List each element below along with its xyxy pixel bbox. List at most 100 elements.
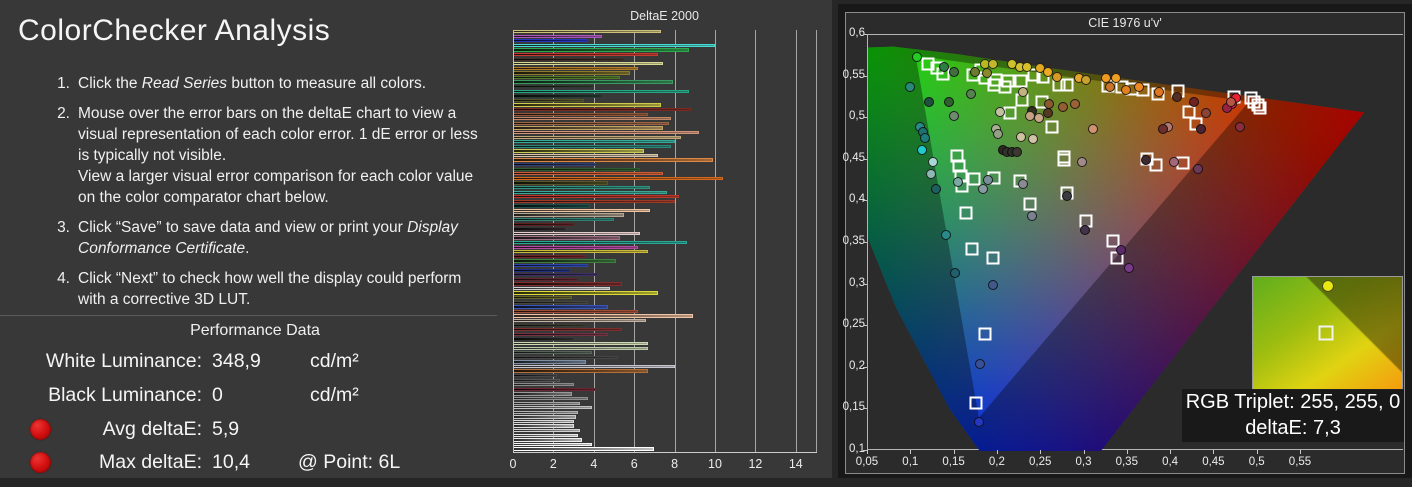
deltae-error-bar[interactable] xyxy=(513,245,639,249)
deltae-error-bar[interactable] xyxy=(513,374,558,378)
deltae-error-bar[interactable] xyxy=(513,263,588,268)
deltae-error-bar[interactable] xyxy=(513,39,588,43)
deltae-error-bar[interactable] xyxy=(513,112,649,116)
deltae-error-bar[interactable] xyxy=(513,103,661,107)
deltae-error-bar[interactable] xyxy=(513,387,596,392)
deltae-error-bar[interactable] xyxy=(513,107,691,112)
deltae-error-bar[interactable] xyxy=(513,415,576,419)
deltae-error-bar[interactable] xyxy=(513,52,659,57)
deltae-error-bar[interactable] xyxy=(513,62,663,66)
cie-x-tick-label: 0,35 xyxy=(1115,456,1138,468)
deltae-error-bar[interactable] xyxy=(513,332,608,337)
deltae-error-bar[interactable] xyxy=(513,250,649,254)
deltae-error-bar[interactable] xyxy=(513,351,592,355)
deltae-error-bar[interactable] xyxy=(513,34,602,38)
deltae-error-bar[interactable] xyxy=(513,57,625,61)
deltae-error-bar[interactable] xyxy=(513,364,675,369)
cie-y-tick xyxy=(863,200,867,202)
deltae-error-bar[interactable] xyxy=(513,135,681,139)
deltae-error-bar[interactable] xyxy=(513,222,574,226)
deltae-error-bar[interactable] xyxy=(513,167,641,171)
deltae-error-bar[interactable] xyxy=(513,438,582,442)
deltae-error-bar[interactable] xyxy=(513,163,596,167)
deltae-error-bar[interactable] xyxy=(513,149,645,153)
deltae-error-bar[interactable] xyxy=(513,30,661,34)
deltae-error-bar[interactable] xyxy=(513,199,675,203)
deltae-error-bar[interactable] xyxy=(513,369,649,373)
deltae-error-bar[interactable] xyxy=(513,318,647,323)
deltae-error-bar[interactable] xyxy=(513,447,655,451)
deltae-error-bar[interactable] xyxy=(513,305,608,309)
deltae-error-bar[interactable] xyxy=(513,429,580,433)
deltae-error-bar[interactable] xyxy=(513,176,724,181)
deltae-error-bar[interactable] xyxy=(513,337,574,341)
deltae-error-bar[interactable] xyxy=(513,419,574,424)
measured-point-marker xyxy=(992,129,1003,139)
deltae-error-bar[interactable] xyxy=(513,401,580,405)
deltae-error-bar[interactable] xyxy=(513,392,572,396)
deltae-error-bar[interactable] xyxy=(513,323,586,327)
deltae-error-bar[interactable] xyxy=(513,341,649,346)
deltae-error-bar[interactable] xyxy=(513,406,592,410)
deltae-error-bar[interactable] xyxy=(513,130,699,135)
deltae-error-bar[interactable] xyxy=(513,396,588,401)
instruction-item: 2. Mouse over the error bars on the delta… xyxy=(48,103,491,208)
deltae-error-bar[interactable] xyxy=(513,140,675,144)
deltae-error-bar[interactable] xyxy=(513,259,616,263)
deltae-error-bar[interactable] xyxy=(513,286,610,291)
deltae-error-bar[interactable] xyxy=(513,424,574,428)
deltae-error-bar[interactable] xyxy=(513,43,715,48)
measured-point-marker xyxy=(1016,131,1027,142)
deltae-error-bar[interactable] xyxy=(513,121,669,126)
deltae-error-bar[interactable] xyxy=(513,190,667,194)
measured-point-marker xyxy=(926,168,937,179)
deltae-error-bar[interactable] xyxy=(513,227,566,231)
deltae-error-bar[interactable] xyxy=(513,291,659,295)
deltae-error-bar[interactable] xyxy=(513,433,578,437)
deltae-error-bar[interactable] xyxy=(513,89,689,93)
deltae-error-bar[interactable] xyxy=(513,80,673,84)
deltae-error-bar[interactable] xyxy=(513,144,671,148)
deltae-error-bar[interactable] xyxy=(513,378,560,382)
deltae-error-bar[interactable] xyxy=(513,126,663,130)
deltae-error-bar[interactable] xyxy=(513,231,641,236)
deltae-error-bar[interactable] xyxy=(513,268,570,272)
deltae-error-bar[interactable] xyxy=(513,75,621,80)
deltae-error-bar[interactable] xyxy=(513,309,639,314)
deltae-error-bar[interactable] xyxy=(513,273,598,277)
deltae-error-bar[interactable] xyxy=(513,204,590,208)
deltae-error-bar[interactable] xyxy=(513,328,623,332)
deltae-error-bar[interactable] xyxy=(513,66,639,70)
deltae-error-bar[interactable] xyxy=(513,185,651,190)
deltae-error-bar[interactable] xyxy=(513,208,651,213)
deltae-error-bar[interactable] xyxy=(513,410,578,414)
deltae-error-bar[interactable] xyxy=(513,213,625,217)
deltae-error-bar[interactable] xyxy=(513,94,602,98)
instruction-item: 1. Click the Read Series button to measur… xyxy=(48,73,491,94)
deltae-error-bar[interactable] xyxy=(513,254,586,259)
deltae-error-bar[interactable] xyxy=(513,296,572,300)
deltae-error-bar[interactable] xyxy=(513,241,687,245)
deltae-error-bar[interactable] xyxy=(513,282,623,286)
deltae-error-bar[interactable] xyxy=(513,442,592,447)
deltae-error-bar[interactable] xyxy=(513,346,649,350)
deltae-error-bar[interactable] xyxy=(513,383,574,387)
deltae-error-bar[interactable] xyxy=(513,172,663,176)
deltae-error-bar[interactable] xyxy=(513,218,614,222)
deltae-error-bar[interactable] xyxy=(513,300,588,304)
deltae-error-bar[interactable] xyxy=(513,117,671,121)
deltae-error-bar[interactable] xyxy=(513,355,618,359)
deltae-error-bar[interactable] xyxy=(513,277,578,281)
deltae-error-bar[interactable] xyxy=(513,236,621,240)
deltae-error-bar[interactable] xyxy=(513,71,631,75)
deltae-error-bar[interactable] xyxy=(513,48,689,52)
deltae-error-bar[interactable] xyxy=(513,153,659,158)
deltae-error-bar[interactable] xyxy=(513,314,693,318)
deltae-error-bar[interactable] xyxy=(513,158,713,162)
deltae-error-bar[interactable] xyxy=(513,98,584,103)
deltae-error-bar[interactable] xyxy=(513,360,586,364)
deltae-error-bar[interactable] xyxy=(513,195,679,199)
deltae-error-bar[interactable] xyxy=(513,181,608,185)
target-square-marker xyxy=(1003,106,1017,120)
deltae-error-bar[interactable] xyxy=(513,85,594,89)
